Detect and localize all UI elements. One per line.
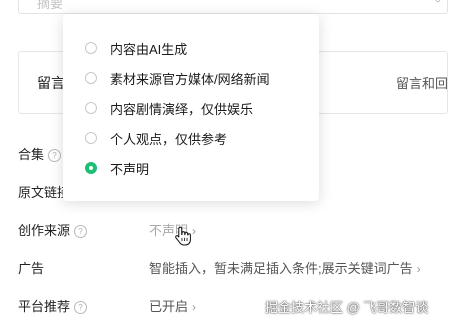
option-label: 不声明 bbox=[110, 161, 150, 177]
settings-page: 摘要 0 留言 留言和回 合集? 原文链接 创作来源? 不声明› 广告 智能插入… bbox=[0, 0, 449, 323]
summary-input-placeholder: 摘要 bbox=[37, 0, 64, 11]
watermark: 掘金技术社区 @ 飞哥数智谈 bbox=[265, 300, 429, 315]
message-label: 留言 bbox=[37, 75, 65, 91]
ads-label: 广告 bbox=[18, 258, 44, 277]
radio-icon bbox=[85, 42, 97, 54]
option-label: 内容剧情演绎，仅供娱乐 bbox=[110, 101, 254, 117]
option-ai-generated[interactable]: 内容由AI生成 bbox=[85, 38, 187, 58]
platform-recommend-setting[interactable]: 已开启 › bbox=[149, 296, 196, 315]
ads-label-text: 广告 bbox=[18, 261, 45, 276]
option-personal-opinion[interactable]: 个人观点，仅供参考 bbox=[85, 128, 227, 148]
option-drama[interactable]: 内容剧情演绎，仅供娱乐 bbox=[85, 98, 253, 118]
help-icon[interactable]: ? bbox=[74, 301, 88, 314]
radio-checked-icon bbox=[85, 162, 97, 174]
collection-label: 合集? bbox=[18, 144, 62, 163]
option-label: 素材来源官方媒体/网络新闻 bbox=[110, 71, 270, 87]
help-icon[interactable]: ? bbox=[48, 149, 62, 162]
platform-recommend-label: 平台推荐? bbox=[18, 296, 88, 315]
chevron-right-icon: › bbox=[192, 300, 197, 314]
summary-input[interactable]: 摘要 0 bbox=[18, 0, 448, 14]
chevron-right-icon: › bbox=[416, 262, 421, 276]
ads-value: 智能插入，暂未满足插入条件;展示关键词广告 bbox=[149, 261, 413, 276]
option-no-declaration[interactable]: 不声明 bbox=[85, 158, 149, 178]
radio-icon bbox=[85, 72, 97, 84]
option-label: 个人观点，仅供参考 bbox=[110, 131, 228, 147]
help-icon[interactable]: ? bbox=[74, 225, 88, 238]
ads-setting[interactable]: 智能插入，暂未满足插入条件;展示关键词广告 › bbox=[149, 258, 421, 277]
platform-recommend-label-text: 平台推荐 bbox=[18, 299, 71, 314]
option-label: 内容由AI生成 bbox=[110, 41, 188, 57]
summary-input-counter: 0 bbox=[435, 0, 441, 5]
hand-pointer-cursor-icon bbox=[175, 226, 191, 246]
collection-label-text: 合集 bbox=[18, 147, 45, 162]
option-official-media[interactable]: 素材来源官方媒体/网络新闻 bbox=[85, 68, 270, 88]
creation-source-label-text: 创作来源 bbox=[18, 223, 71, 238]
message-right-text: 留言和回 bbox=[396, 76, 449, 91]
platform-recommend-value: 已开启 bbox=[149, 299, 189, 314]
creation-source-label: 创作来源? bbox=[18, 220, 88, 239]
radio-icon bbox=[85, 132, 97, 144]
creation-source-dropdown: 内容由AI生成 素材来源官方媒体/网络新闻 内容剧情演绎，仅供娱乐 个人观点，仅… bbox=[63, 14, 319, 201]
radio-icon bbox=[85, 102, 97, 114]
